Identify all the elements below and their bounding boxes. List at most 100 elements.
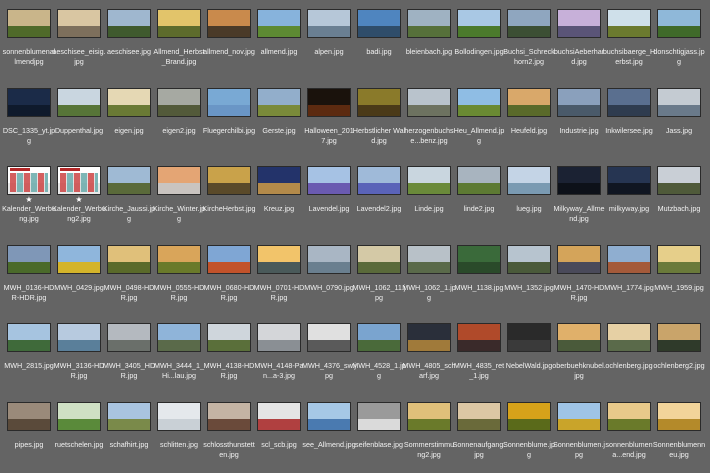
file-thumbnail[interactable] xyxy=(157,88,201,117)
file-thumbnail[interactable] xyxy=(207,245,251,274)
file-thumbnail[interactable] xyxy=(57,323,101,352)
file-thumbnail[interactable] xyxy=(207,323,251,352)
file-thumbnail[interactable] xyxy=(657,88,701,117)
file-name-label: MWH_3444_1_Hi...lau.jpg xyxy=(154,361,204,380)
file-thumbnail[interactable] xyxy=(307,402,351,431)
file-thumbnail[interactable] xyxy=(507,9,551,38)
file-name-label: KircheHerbst.jpg xyxy=(202,204,256,213)
file-thumbnail[interactable] xyxy=(7,245,51,274)
file-thumbnail[interactable] xyxy=(657,166,701,195)
file-thumbnail[interactable] xyxy=(557,166,601,195)
file-thumbnail[interactable] xyxy=(307,9,351,38)
file-thumbnail[interactable] xyxy=(607,402,651,431)
file-name-label: MWH_0555-HDR.jpg xyxy=(153,283,205,302)
file-thumbnail[interactable] xyxy=(407,9,451,38)
file-thumbnail[interactable] xyxy=(407,323,451,352)
file-thumbnail[interactable] xyxy=(507,245,551,274)
file-thumbnail[interactable] xyxy=(607,88,651,117)
file-thumbnail[interactable] xyxy=(107,9,151,38)
file-thumbnail[interactable] xyxy=(57,245,101,274)
file-thumbnail[interactable] xyxy=(457,402,501,431)
file-thumbnail[interactable] xyxy=(307,88,351,117)
file-thumbnail[interactable] xyxy=(657,9,701,38)
file-thumbnail[interactable] xyxy=(57,166,101,195)
file-thumbnail[interactable] xyxy=(357,9,401,38)
file-name-label: Linde.jpg xyxy=(414,204,444,213)
file-thumbnail[interactable] xyxy=(557,88,601,117)
file-name-label: bleienbach.jpg xyxy=(405,47,453,56)
file-thumbnail[interactable] xyxy=(557,9,601,38)
file-thumbnail[interactable] xyxy=(657,323,701,352)
file-thumbnail[interactable] xyxy=(557,245,601,274)
file-thumbnail[interactable] xyxy=(507,402,551,431)
file-name-label: Industrie.jpg xyxy=(559,126,599,135)
file-thumbnail[interactable] xyxy=(57,9,101,38)
file-thumbnail[interactable] xyxy=(457,245,501,274)
file-thumbnail[interactable] xyxy=(657,245,701,274)
file-thumbnail[interactable] xyxy=(257,402,301,431)
file-thumbnail[interactable] xyxy=(107,323,151,352)
file-thumbnail[interactable] xyxy=(407,88,451,117)
file-thumbnail[interactable] xyxy=(257,323,301,352)
file-name-label: Mutzbach.jpg xyxy=(657,204,701,213)
file-thumbnail[interactable] xyxy=(307,323,351,352)
file-thumbnail[interactable] xyxy=(107,402,151,431)
file-thumbnail[interactable] xyxy=(157,323,201,352)
file-thumbnail[interactable] xyxy=(107,245,151,274)
file-name-label: MWH_0790.jpg xyxy=(304,283,354,292)
file-thumbnail[interactable] xyxy=(357,245,401,274)
file-thumbnail[interactable] xyxy=(407,402,451,431)
file-thumbnail[interactable] xyxy=(7,402,51,431)
file-name-label: milkyway.jpg xyxy=(608,204,650,213)
file-thumbnail[interactable] xyxy=(57,88,101,117)
file-thumbnail[interactable] xyxy=(7,88,51,117)
file-thumbnail[interactable] xyxy=(507,323,551,352)
file-thumbnail[interactable] xyxy=(207,9,251,38)
file-thumbnail[interactable] xyxy=(157,166,201,195)
file-thumbnail[interactable] xyxy=(157,245,201,274)
file-thumbnail[interactable] xyxy=(157,9,201,38)
file-name-label: Kalender_Werbung.jpg xyxy=(2,204,56,223)
file-thumbnail[interactable] xyxy=(357,402,401,431)
file-thumbnail[interactable] xyxy=(457,9,501,38)
file-name-label: Kirche_Jaussi.jpg xyxy=(102,204,156,223)
file-thumbnail[interactable] xyxy=(257,245,301,274)
file-thumbnail[interactable] xyxy=(407,166,451,195)
file-thumbnail[interactable] xyxy=(457,88,501,117)
file-thumbnail[interactable] xyxy=(207,402,251,431)
file-thumbnail[interactable] xyxy=(357,88,401,117)
file-thumbnail[interactable] xyxy=(7,9,51,38)
file-thumbnail[interactable] xyxy=(557,323,601,352)
file-thumbnail[interactable] xyxy=(607,245,651,274)
file-thumbnail[interactable] xyxy=(357,166,401,195)
file-name-label: eigen.jpg xyxy=(114,126,144,135)
file-thumbnail[interactable] xyxy=(157,402,201,431)
file-thumbnail[interactable] xyxy=(307,245,351,274)
file-thumbnail[interactable] xyxy=(657,402,701,431)
file-thumbnail[interactable] xyxy=(457,166,501,195)
file-thumbnail[interactable] xyxy=(7,166,51,195)
file-thumbnail[interactable] xyxy=(607,166,651,195)
file-thumbnail[interactable] xyxy=(107,166,151,195)
file-name-label: Herbstlicher Wald.jpg xyxy=(352,126,406,145)
file-thumbnail[interactable] xyxy=(257,166,301,195)
file-thumbnail[interactable] xyxy=(207,166,251,195)
file-thumbnail[interactable] xyxy=(557,402,601,431)
file-thumbnail[interactable] xyxy=(607,9,651,38)
file-name-label: MWH_1959.jpg xyxy=(654,283,704,292)
file-thumbnail[interactable] xyxy=(257,88,301,117)
file-thumbnail[interactable] xyxy=(607,323,651,352)
file-name-label: Fluegerchilbi.jpg xyxy=(202,126,256,135)
file-thumbnail[interactable] xyxy=(207,88,251,117)
file-name-label: buchsiAeberhard.jpg xyxy=(553,47,605,66)
file-thumbnail[interactable] xyxy=(7,323,51,352)
file-thumbnail[interactable] xyxy=(457,323,501,352)
file-thumbnail[interactable] xyxy=(507,88,551,117)
file-thumbnail[interactable] xyxy=(357,323,401,352)
file-thumbnail[interactable] xyxy=(107,88,151,117)
file-thumbnail[interactable] xyxy=(257,9,301,38)
file-thumbnail[interactable] xyxy=(57,402,101,431)
file-thumbnail[interactable] xyxy=(507,166,551,195)
file-thumbnail[interactable] xyxy=(407,245,451,274)
file-thumbnail[interactable] xyxy=(307,166,351,195)
